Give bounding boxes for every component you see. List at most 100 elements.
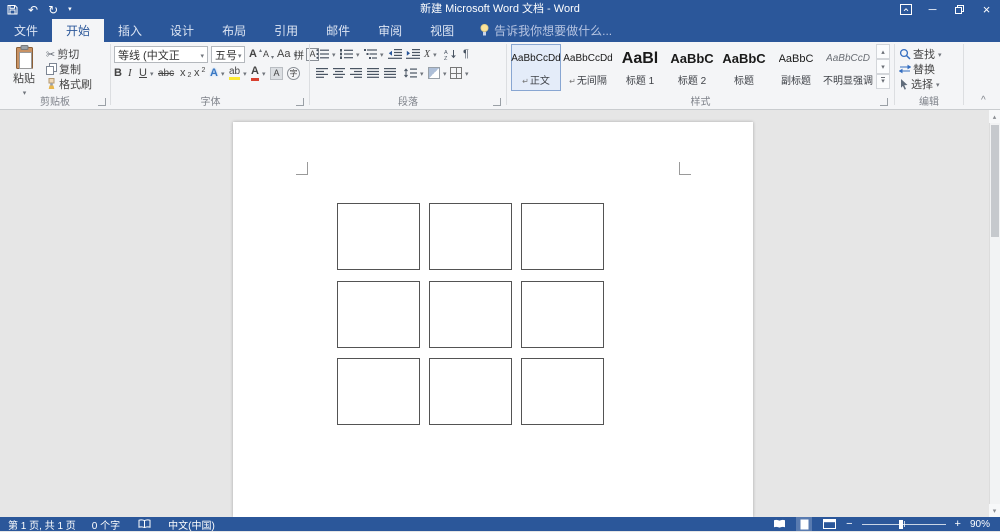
- font-size-combo[interactable]: 五号: [211, 46, 245, 63]
- superscript-button[interactable]: x2: [194, 65, 205, 81]
- tell-me-box[interactable]: 告诉我你想要做什么...: [480, 19, 612, 42]
- borders-button[interactable]: [450, 65, 469, 81]
- tab-review[interactable]: 审阅: [364, 19, 416, 42]
- grid-cell[interactable]: [429, 281, 512, 348]
- web-layout-icon: [822, 519, 836, 529]
- font-color-button[interactable]: A: [251, 65, 265, 81]
- phonetic-guide-button[interactable]: 拼: [294, 46, 304, 62]
- multilevel-list-button[interactable]: [364, 46, 384, 62]
- zoom-level[interactable]: 90%: [970, 519, 990, 530]
- zoom-out-button[interactable]: −: [846, 518, 852, 530]
- restore-button[interactable]: [946, 0, 973, 19]
- font-size-dropdown[interactable]: [237, 49, 242, 61]
- subscript-button[interactable]: x2: [180, 65, 191, 81]
- paragraph-dialog-launcher[interactable]: [493, 98, 501, 106]
- bullets-button[interactable]: [316, 46, 336, 62]
- copy-button[interactable]: 复制: [46, 61, 81, 77]
- grid-cell[interactable]: [429, 203, 512, 270]
- sort-button[interactable]: AZ: [444, 46, 457, 62]
- align-center-button[interactable]: [333, 65, 345, 81]
- style-heading-1[interactable]: AaBl 标题 1: [615, 44, 665, 91]
- asian-layout-button[interactable]: X: [424, 46, 437, 62]
- paste-clipboard-icon: [15, 45, 33, 69]
- tab-references[interactable]: 引用: [260, 19, 312, 42]
- style-normal[interactable]: AaBbCcDd ↵正文: [511, 44, 561, 91]
- margin-crop-mark-top-right: [679, 162, 691, 175]
- tab-insert[interactable]: 插入: [104, 19, 156, 42]
- grid-cell[interactable]: [521, 358, 604, 425]
- tab-file[interactable]: 文件: [0, 19, 52, 42]
- bold-button[interactable]: B: [114, 65, 122, 81]
- line-spacing-button[interactable]: [404, 65, 424, 81]
- select-button[interactable]: 选择: [899, 76, 940, 92]
- style-title[interactable]: AaBbC 标题: [719, 44, 769, 91]
- grow-font-button[interactable]: A ▴: [249, 46, 262, 62]
- sort-icon: AZ: [444, 49, 456, 60]
- tab-view[interactable]: 视图: [416, 19, 468, 42]
- tab-design[interactable]: 设计: [156, 19, 208, 42]
- align-right-button[interactable]: [350, 65, 362, 81]
- scrollbar-thumb[interactable]: [991, 125, 999, 237]
- zoom-slider[interactable]: [861, 517, 946, 531]
- tab-layout[interactable]: 布局: [208, 19, 260, 42]
- grid-cell[interactable]: [521, 281, 604, 348]
- language-indicator[interactable]: 中文(中国): [168, 517, 215, 532]
- styles-dialog-launcher[interactable]: [880, 98, 888, 106]
- minimize-button[interactable]: ─: [919, 0, 946, 19]
- read-mode-button[interactable]: [771, 517, 787, 531]
- collapse-ribbon-button[interactable]: ^: [981, 92, 986, 108]
- grid-cell[interactable]: [521, 203, 604, 270]
- font-name-combo[interactable]: 等线 (中文正: [114, 46, 208, 63]
- proofing-icon[interactable]: [136, 517, 152, 531]
- underline-button[interactable]: U: [139, 65, 153, 81]
- tab-mailings[interactable]: 邮件: [312, 19, 364, 42]
- align-left-button[interactable]: [316, 65, 328, 81]
- grid-cell[interactable]: [337, 203, 420, 270]
- text-effects-button[interactable]: A: [210, 65, 224, 81]
- word-count[interactable]: 0 个字: [92, 517, 120, 532]
- numbering-button[interactable]: [340, 46, 360, 62]
- style-heading-2[interactable]: AaBbC 标题 2: [667, 44, 717, 91]
- paste-button[interactable]: 粘贴: [6, 45, 42, 98]
- styles-scroll-down[interactable]: ▾: [876, 59, 890, 74]
- show-hide-marks-button[interactable]: ¶: [463, 46, 469, 62]
- zoom-in-button[interactable]: +: [955, 518, 961, 530]
- character-shading-button[interactable]: A: [270, 65, 283, 81]
- cut-button[interactable]: ✂ 剪切: [46, 46, 79, 62]
- clipboard-group-label: 剪贴板: [40, 97, 70, 108]
- style-no-spacing[interactable]: AaBbCcDd ↵无间隔: [563, 44, 613, 91]
- grid-cell[interactable]: [337, 358, 420, 425]
- grid-cell[interactable]: [337, 281, 420, 348]
- zoom-slider-thumb[interactable]: [898, 519, 903, 529]
- font-name-dropdown[interactable]: [199, 49, 204, 61]
- document-page[interactable]: [233, 122, 753, 517]
- shading-button[interactable]: [428, 65, 447, 81]
- highlight-color-button[interactable]: ab: [229, 65, 247, 81]
- tab-home[interactable]: 开始: [52, 19, 105, 42]
- web-layout-button[interactable]: [821, 517, 837, 531]
- close-button[interactable]: ×: [973, 0, 1000, 19]
- styles-gallery-more[interactable]: ▾: [876, 74, 890, 89]
- decrease-indent-button[interactable]: [388, 46, 402, 62]
- styles-scroll-up[interactable]: ▴: [876, 44, 890, 59]
- find-button[interactable]: 查找: [899, 46, 942, 62]
- font-dialog-launcher[interactable]: [296, 98, 304, 106]
- distribute-button[interactable]: [384, 65, 396, 81]
- scroll-down-arrow[interactable]: ▾: [989, 504, 1000, 517]
- print-layout-button[interactable]: [796, 517, 813, 531]
- style-subtle-emphasis[interactable]: AaBbCcD 不明显强调: [823, 44, 873, 91]
- page-indicator[interactable]: 第 1 页, 共 1 页: [8, 517, 76, 532]
- replace-button[interactable]: 替换: [899, 61, 935, 77]
- grid-cell[interactable]: [429, 358, 512, 425]
- format-painter-button[interactable]: 格式刷: [46, 76, 92, 92]
- ribbon-display-options-icon[interactable]: [892, 0, 919, 19]
- increase-indent-button[interactable]: [406, 46, 420, 62]
- scroll-up-arrow[interactable]: ▴: [989, 110, 1000, 123]
- justify-button[interactable]: [367, 65, 379, 81]
- enclose-characters-button[interactable]: 字: [287, 65, 300, 81]
- style-subtitle[interactable]: AaBbC 副标题: [771, 44, 821, 91]
- italic-button[interactable]: I: [128, 65, 132, 81]
- strikethrough-button[interactable]: abc: [158, 65, 174, 81]
- shrink-font-button[interactable]: A ▾: [263, 46, 274, 62]
- clipboard-dialog-launcher[interactable]: [98, 98, 106, 106]
